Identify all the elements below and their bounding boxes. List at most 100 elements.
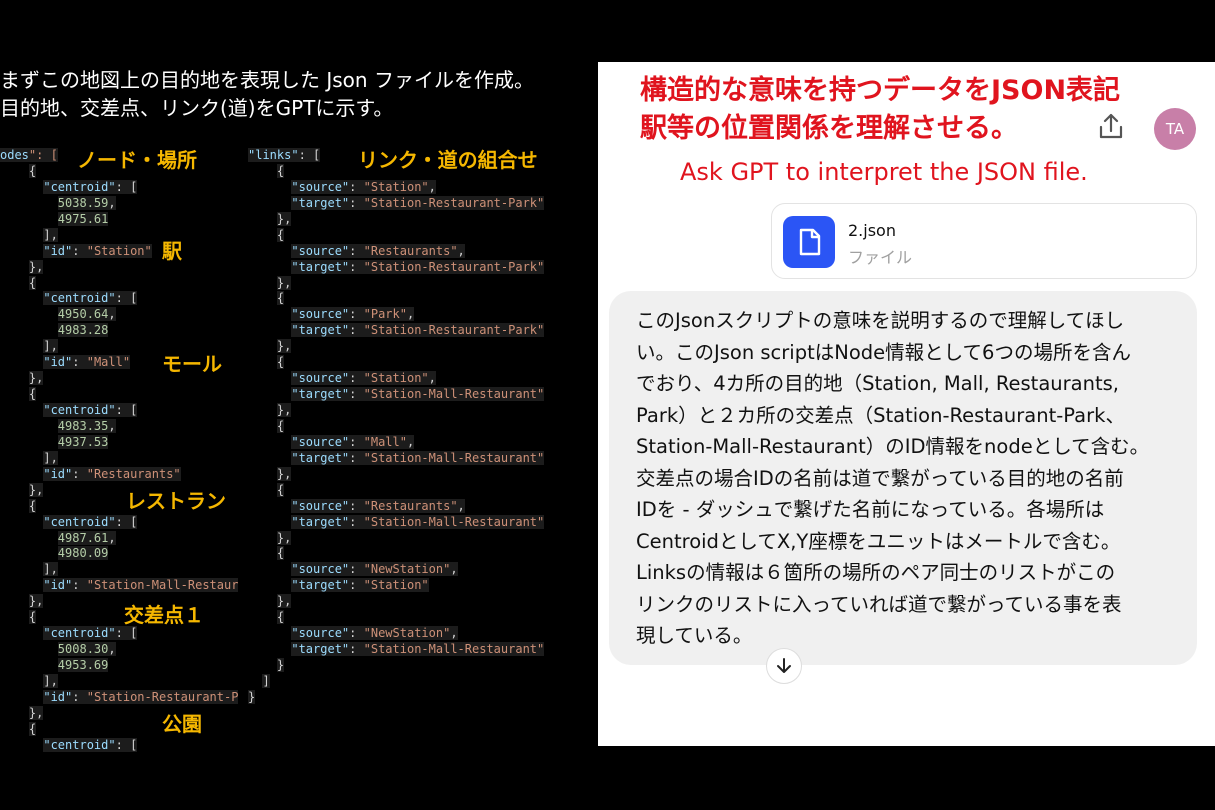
label-restaurant: レストラン [126,489,226,513]
message-line: Linksの情報は６箇所の場所のペア同士のリストがこの [636,561,1116,584]
code-line: "id": "Station" [43,243,152,258]
code-line: { [28,387,37,402]
code-line: ] [262,673,270,688]
code-line: "centroid": [ [43,179,138,194]
message-line: リンクのリストに入っていれば道で繋がっている事を表 [636,592,1122,616]
file-type: ファイル [848,248,913,267]
code-line: { [276,227,285,242]
code-line: ], [43,562,58,577]
code-line: 4950.64, [57,307,116,322]
code-line: }, [276,211,292,226]
code-line: "source": "Park", [291,307,415,322]
code-line: { [276,546,285,561]
code-line: "source": "NewStation", [291,626,458,641]
code-line: "target": "Station-Restaurant-Park" [291,259,545,274]
code-line: ], [43,450,58,465]
message-line: このJsonスクリプトの意味を説明するので理解してほし [636,309,1125,332]
code-line: "centroid": [ [43,514,138,529]
code-line: }, [276,275,292,290]
code-line: 5008.30, [57,642,116,657]
code-line: "centroid": [ [43,291,138,306]
code-line: "target": "Station-Mall-Restaurant" [291,642,545,657]
english-caption: Ask GPT to interpret the JSON file. [680,158,1088,186]
message-line: い。このJson scriptはNode情報として6つの場所を含ん [636,340,1131,364]
code-line: { [28,610,37,625]
file-attachment[interactable]: 2.json ファイル [771,203,1197,279]
code-line: } [276,658,285,672]
code-line: "source": "Restaurants", [291,498,465,513]
code-line: "source": "Station", [291,179,436,194]
code-line: "target": "Station-Restaurant-Park" [291,323,545,338]
label-park: 公園 [162,712,202,736]
label-nodes: ノード・場所 [77,148,197,172]
code-line: 4983.35, [57,418,116,433]
code-line: } [248,689,256,704]
code-line: }, [276,530,292,545]
code-line: "target": "Station-Mall-Restaurant" [291,514,545,529]
code-line: "target": "Station-Mall-Restaurant" [291,450,545,465]
code-line: }, [276,594,292,609]
code-line: "source": "Restaurants", [291,243,465,258]
code-line: 4983.28 [57,323,109,338]
share-icon[interactable] [1094,110,1128,144]
code-line: { [276,610,285,625]
code-line: "id": "Station-Restaurant-P [43,689,239,704]
chat-panel: 構造的な意味を持つデータをJSON表記 駅等の位置関係を理解させる。 Ask G… [598,62,1215,746]
code-line: }, [276,339,292,354]
code-line: 4987.61, [57,530,116,545]
code-line: "centroid": [ [43,737,138,752]
code-line: }, [28,594,44,609]
code-line: "source": "Mall", [291,434,415,449]
code-line: }, [276,403,292,417]
intro-text: まずこの地図上の目的地を表現した Json ファイルを作成。 目的地、交差点、リ… [0,66,534,122]
message-line: 交差点の場合IDの名前は道で繋がっている目的地の名前 [636,466,1124,490]
message-line: IDを - ダッシュで繋げた名前になっている。各場所は [636,498,1105,521]
code-line: 4975.61 [57,211,109,226]
code-line: }, [28,259,44,274]
heading-line-2: 駅等の位置関係を理解させる。 [640,113,1018,144]
arrow-down-icon [777,658,791,673]
code-line: }, [276,466,292,481]
code-line: "centroid": [ [43,403,138,417]
user-message: このJsonスクリプトの意味を説明するので理解してほし い。このJson scri… [609,291,1197,665]
code-line: { [276,482,285,497]
intro-line-2: 目的地、交差点、リンク(道)をGPTに示す。 [0,96,394,120]
code-line: { [276,291,285,306]
code-line: "target": "Station-Mall-Restaurant" [291,387,545,402]
label-station: 駅 [162,239,182,263]
code-line: "id": "Restaurants" [43,466,181,481]
message-text: このJsonスクリプトの意味を説明するので理解してほし い。このJson scri… [636,305,1181,652]
message-line: 現している。 [636,624,753,647]
code-line: "target": "Station" [291,578,429,593]
code-line: { [276,418,285,433]
message-line: CentroidとしてX,Y座標をユニットはメートルで含む。 [636,529,1121,553]
label-crossing: 交差点１ [124,603,204,627]
scroll-down-button[interactable] [766,648,802,684]
label-mall: モール [162,352,222,376]
code-line: "centroid": [ [43,626,138,641]
intro-line-1: まずこの地図上の目的地を表現した Json ファイルを作成。 [0,68,534,92]
code-line: { [28,275,37,290]
code-line: }, [28,705,44,720]
code-line: 4953.69 [57,658,109,672]
message-line: でおり、4カ所の目的地（Station, Mall, Restaurants, [636,372,1119,395]
code-line: "source": "Station", [291,371,436,386]
code-line: "source": "NewStation", [291,562,458,577]
code-line: ], [43,673,58,688]
heading-line-1: 構造的な意味を持つデータをJSON表記 [640,75,1121,106]
code-line: { [28,721,37,736]
file-name: 2.json [848,221,896,240]
label-links: リンク・道の組合せ [358,148,538,172]
document-icon [783,216,835,268]
code-line: ], [43,227,58,242]
code-line: { [276,355,285,370]
code-line: "target": "Station-Restaurant-Park" [291,195,545,210]
code-links: "links": [ { "source": "Station", "targe… [248,148,562,706]
message-line: Station-Mall-Restaurant）のID情報をnodeとして含む。 [636,435,1150,458]
code-line: 5038.59, [57,195,116,210]
avatar[interactable]: TA [1154,108,1196,150]
code-line: 4937.53 [57,434,109,449]
message-line: Park）と２カ所の交差点（Station-Restaurant-Park、 [636,403,1125,427]
code-line: 4980.09 [57,546,109,561]
code-nodes: odes": [ { "centroid": [ 5038.59, 4975.6… [0,148,240,754]
